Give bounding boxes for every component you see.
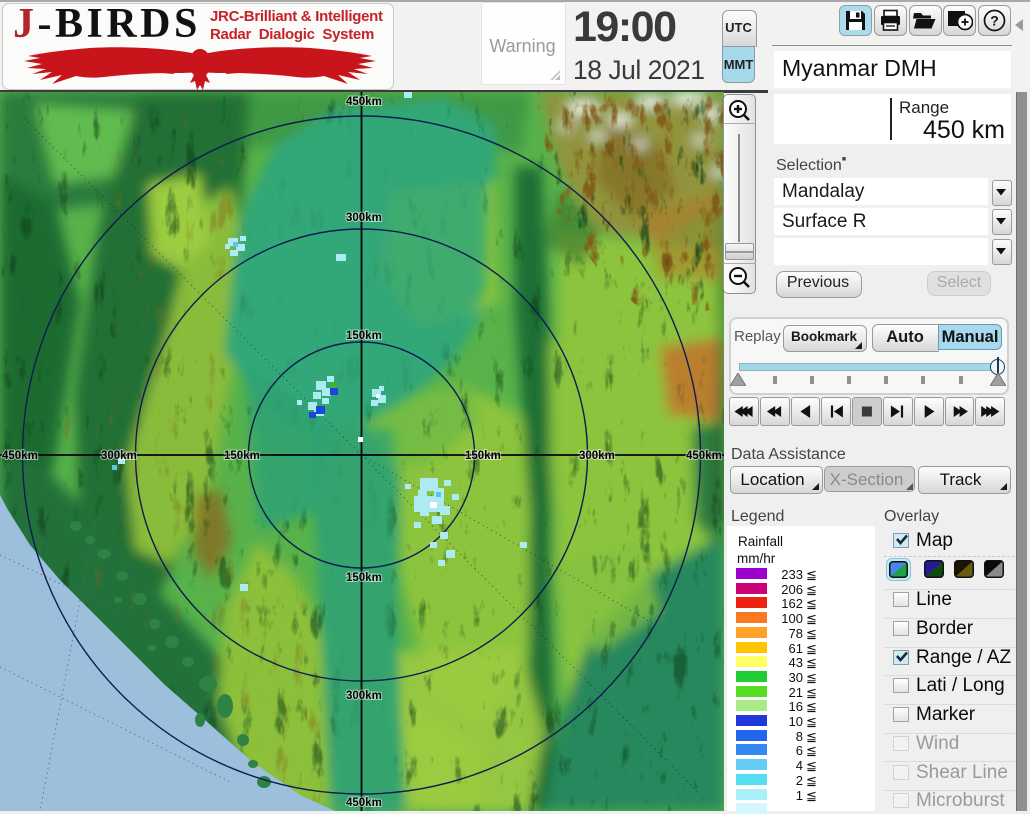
svg-text:300km: 300km — [579, 450, 615, 462]
svg-text:450km: 450km — [346, 797, 382, 809]
svg-text:150km: 150km — [346, 330, 382, 342]
svg-text:150km: 150km — [346, 572, 382, 584]
svg-text:300km: 300km — [346, 212, 382, 224]
svg-text:?: ? — [990, 13, 999, 29]
svg-text:150km: 150km — [465, 450, 501, 462]
svg-text:450km: 450km — [686, 450, 722, 462]
svg-text:150km: 150km — [224, 450, 260, 462]
svg-text:300km: 300km — [346, 690, 382, 702]
svg-text:450km: 450km — [2, 450, 38, 462]
svg-text:450km: 450km — [346, 96, 382, 108]
svg-text:300km: 300km — [101, 450, 137, 462]
